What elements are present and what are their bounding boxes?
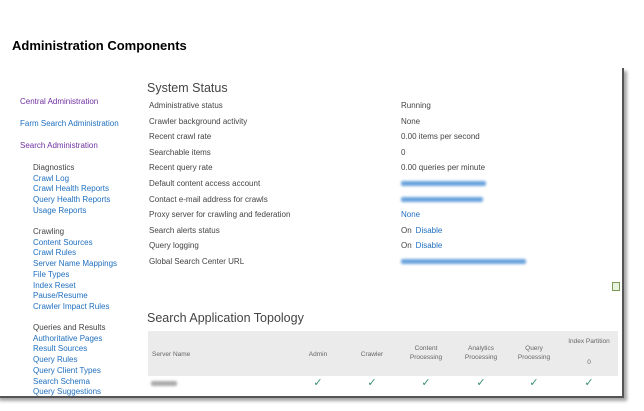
status-text: On	[401, 225, 412, 235]
sidebar-item[interactable]: Search Schema	[33, 377, 90, 386]
disable-link[interactable]: Disable	[416, 226, 443, 235]
status-label: Global Search Center URL	[149, 257, 245, 266]
sidebar-item[interactable]: Query Health Reports	[33, 195, 110, 204]
column-header[interactable]: Admin	[296, 350, 340, 359]
sidebar-item[interactable]: File Types	[33, 270, 69, 279]
sidebar-item[interactable]: Index Reset	[33, 281, 76, 290]
column-header[interactable]: Server Name	[152, 350, 190, 359]
status-value: 0.00 queries per minute	[401, 163, 485, 172]
sidebar-link[interactable]: Central Administration	[20, 97, 98, 106]
server-name	[151, 381, 177, 386]
sidebar-item[interactable]: Result Sources	[33, 344, 87, 353]
status-label: Proxy server for crawling and federation	[149, 210, 291, 220]
sidebar-group-heading: Diagnostics	[33, 163, 75, 172]
status-label: Query logging	[149, 241, 199, 251]
check-icon: ✓	[421, 377, 431, 389]
status-label: Administrative status	[149, 101, 223, 110]
status-label: Recent query rate	[149, 163, 213, 173]
status-value: On Disable	[401, 241, 442, 250]
sidebar-item[interactable]: Crawl Health Reports	[33, 184, 109, 193]
sidebar-item[interactable]: Usage Reports	[33, 206, 86, 215]
status-label: Recent crawl rate	[149, 132, 212, 142]
status-row: Recent query rate 0.00 queries per minute	[149, 163, 619, 175]
status-label: Default content access account	[149, 179, 261, 188]
column-header[interactable]: Analytics Processing	[459, 344, 503, 362]
sidebar-item[interactable]: Query Rules	[33, 355, 77, 364]
check-icon: ✓	[529, 377, 539, 389]
status-text: 0.00 queries per minute	[401, 163, 486, 173]
status-row: Contact e-mail address for crawls	[149, 195, 619, 207]
index-partition-number: 0	[587, 359, 591, 366]
redacted-value[interactable]	[401, 259, 526, 265]
status-value: On Disable	[401, 226, 442, 235]
sidebar-item[interactable]: Server Name Mappings	[33, 259, 117, 268]
check-icon: ✓	[584, 377, 594, 389]
sidebar-link[interactable]: Search Administration	[20, 141, 98, 150]
status-text: On	[401, 241, 412, 251]
status-value	[401, 195, 483, 204]
status-label: Crawler background activity	[149, 116, 248, 126]
status-row: Query logging On Disable	[149, 241, 619, 253]
disable-link[interactable]: Disable	[416, 241, 443, 250]
status-label: Contact e-mail address for crawls	[149, 194, 268, 204]
column-header[interactable]: Content Processing	[404, 344, 448, 362]
status-text: Running	[401, 101, 431, 110]
sidebar-group-heading: Queries and Results	[33, 323, 106, 332]
status-value	[401, 257, 526, 266]
system-status-heading: System Status	[147, 81, 228, 95]
sidebar-link[interactable]: Farm Search Administration	[20, 119, 119, 128]
status-row: Default content access account	[149, 179, 619, 191]
check-icon: ✓	[476, 377, 486, 389]
status-text: 0	[401, 147, 406, 157]
status-label: Searchable items	[149, 147, 211, 157]
check-icon: ✓	[313, 377, 323, 389]
status-row: Proxy server for crawling and federation…	[149, 210, 619, 222]
sidebar-item[interactable]: Crawler Impact Rules	[33, 302, 109, 311]
sidebar-item[interactable]: Authoritative Pages	[33, 334, 102, 343]
status-value: None	[401, 117, 420, 126]
sidebar-item[interactable]: Pause/Resume	[33, 291, 88, 300]
status-row: Global Search Center URL	[149, 257, 619, 269]
status-value: 0.00 items per second	[401, 132, 480, 141]
redacted-value[interactable]	[401, 196, 483, 202]
export-icon[interactable]	[612, 282, 620, 291]
status-row: Crawler background activity None	[149, 117, 619, 129]
sidebar-item[interactable]: Crawl Rules	[33, 248, 76, 257]
sidebar-item[interactable]: Query Suggestions	[33, 387, 101, 396]
status-link[interactable]: None	[401, 210, 420, 219]
status-row: Recent crawl rate 0.00 items per second	[149, 132, 619, 144]
redacted-value[interactable]	[401, 181, 486, 187]
column-header[interactable]: Crawler	[350, 350, 394, 359]
column-header[interactable]: Index Partition	[559, 337, 619, 346]
page-title: Administration Components	[12, 38, 187, 53]
topology-heading: Search Application Topology	[147, 311, 304, 325]
check-icon: ✓	[367, 377, 377, 389]
column-header[interactable]: Query Processing	[512, 344, 556, 362]
sidebar-group-heading: Crawling	[33, 227, 65, 236]
status-row: Search alerts status On Disable	[149, 226, 619, 238]
status-text: 0.00 items per second	[401, 132, 480, 142]
status-row: Administrative status Running	[149, 101, 619, 113]
sidebar-item[interactable]: Crawl Log	[33, 174, 69, 183]
status-value: Running	[401, 101, 431, 110]
status-value	[401, 179, 486, 188]
sidebar-item[interactable]: Content Sources	[33, 238, 93, 247]
sidebar-item[interactable]: Query Client Types	[33, 366, 101, 375]
status-label: Search alerts status	[149, 225, 220, 235]
topology-table-header: Server Name Admin Crawler Content Processin…	[148, 331, 618, 376]
status-value: None	[401, 210, 420, 219]
status-text: None	[401, 116, 421, 126]
status-row: Searchable items 0	[149, 148, 619, 160]
status-value: 0	[401, 148, 405, 157]
